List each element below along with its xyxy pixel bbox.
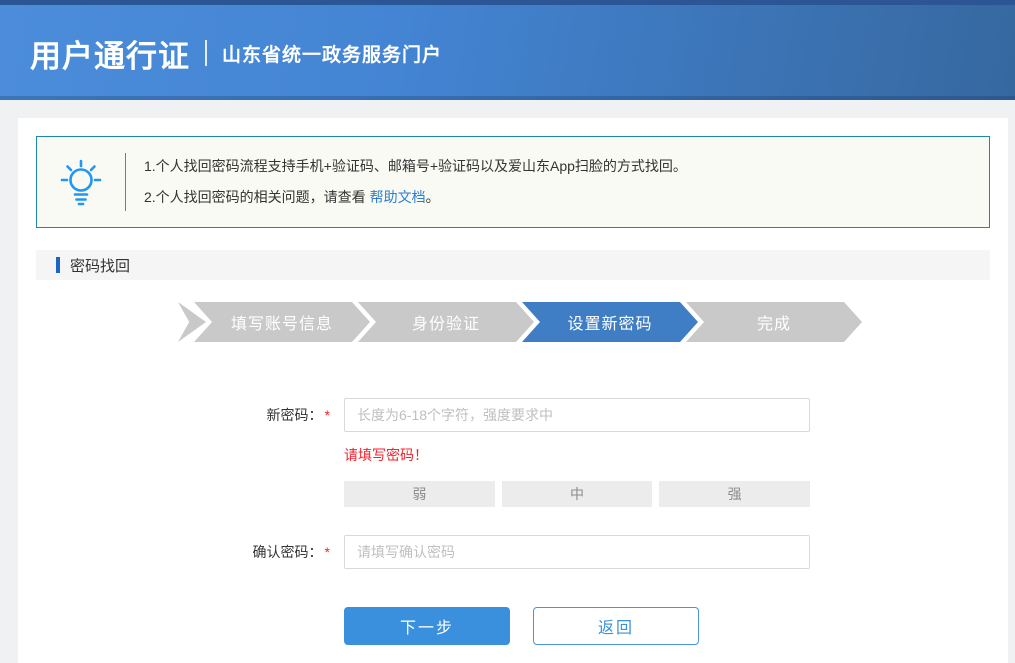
step-wizard: 填写账号信息 身份验证 设置新密码 完成 <box>178 302 1008 342</box>
page-title: 密码找回 <box>70 255 130 276</box>
password-form: 新密码：* 请填写密码！ 弱 中 强 确认密码：* 下一步 返回 <box>18 398 1008 645</box>
required-asterisk: * <box>325 544 330 560</box>
section-title-row: 密码找回 <box>36 250 990 280</box>
password-strength-meter: 弱 中 强 <box>344 481 810 507</box>
header-separator <box>205 40 207 66</box>
back-button[interactable]: 返回 <box>533 607 699 645</box>
notice-line-2: 2.个人找回密码的相关问题，请查看 帮助文档。 <box>144 182 687 213</box>
step-complete: 完成 <box>686 302 862 342</box>
new-password-label: 新密码：* <box>18 405 330 425</box>
help-doc-link[interactable]: 帮助文档 <box>370 189 426 205</box>
confirm-password-label: 确认密码：* <box>18 542 330 562</box>
step-identity-verify: 身份验证 <box>358 302 534 342</box>
main-card: 1.个人找回密码流程支持手机+验证码、邮箱号+验证码以及爱山东App扫脸的方式找… <box>18 118 1008 663</box>
strength-strong: 强 <box>659 481 810 507</box>
strength-medium: 中 <box>502 481 653 507</box>
new-password-input[interactable] <box>344 398 810 432</box>
section-title-bar <box>56 257 60 273</box>
portal-subtitle: 山东省统一政务服务门户 <box>222 40 442 67</box>
page-header: 用户通行证 山东省统一政务服务门户 <box>0 0 1015 100</box>
portal-title: 用户通行证 <box>30 31 190 76</box>
password-error-text: 请填写密码！ <box>344 445 1008 465</box>
notice-box: 1.个人找回密码流程支持手机+验证码、邮箱号+验证码以及爱山东App扫脸的方式找… <box>36 136 990 228</box>
header-bottom-strip <box>0 96 1015 100</box>
confirm-password-input[interactable] <box>344 535 810 569</box>
notice-line-1: 1.个人找回密码流程支持手机+验证码、邮箱号+验证码以及爱山东App扫脸的方式找… <box>144 151 687 182</box>
lightbulb-icon <box>37 156 125 208</box>
next-step-button[interactable]: 下一步 <box>344 607 510 645</box>
required-asterisk: * <box>325 407 330 423</box>
strength-weak: 弱 <box>344 481 495 507</box>
step-fill-account-info: 填写账号信息 <box>194 302 370 342</box>
step-set-new-password: 设置新密码 <box>522 302 698 342</box>
header-top-strip <box>0 0 1015 5</box>
